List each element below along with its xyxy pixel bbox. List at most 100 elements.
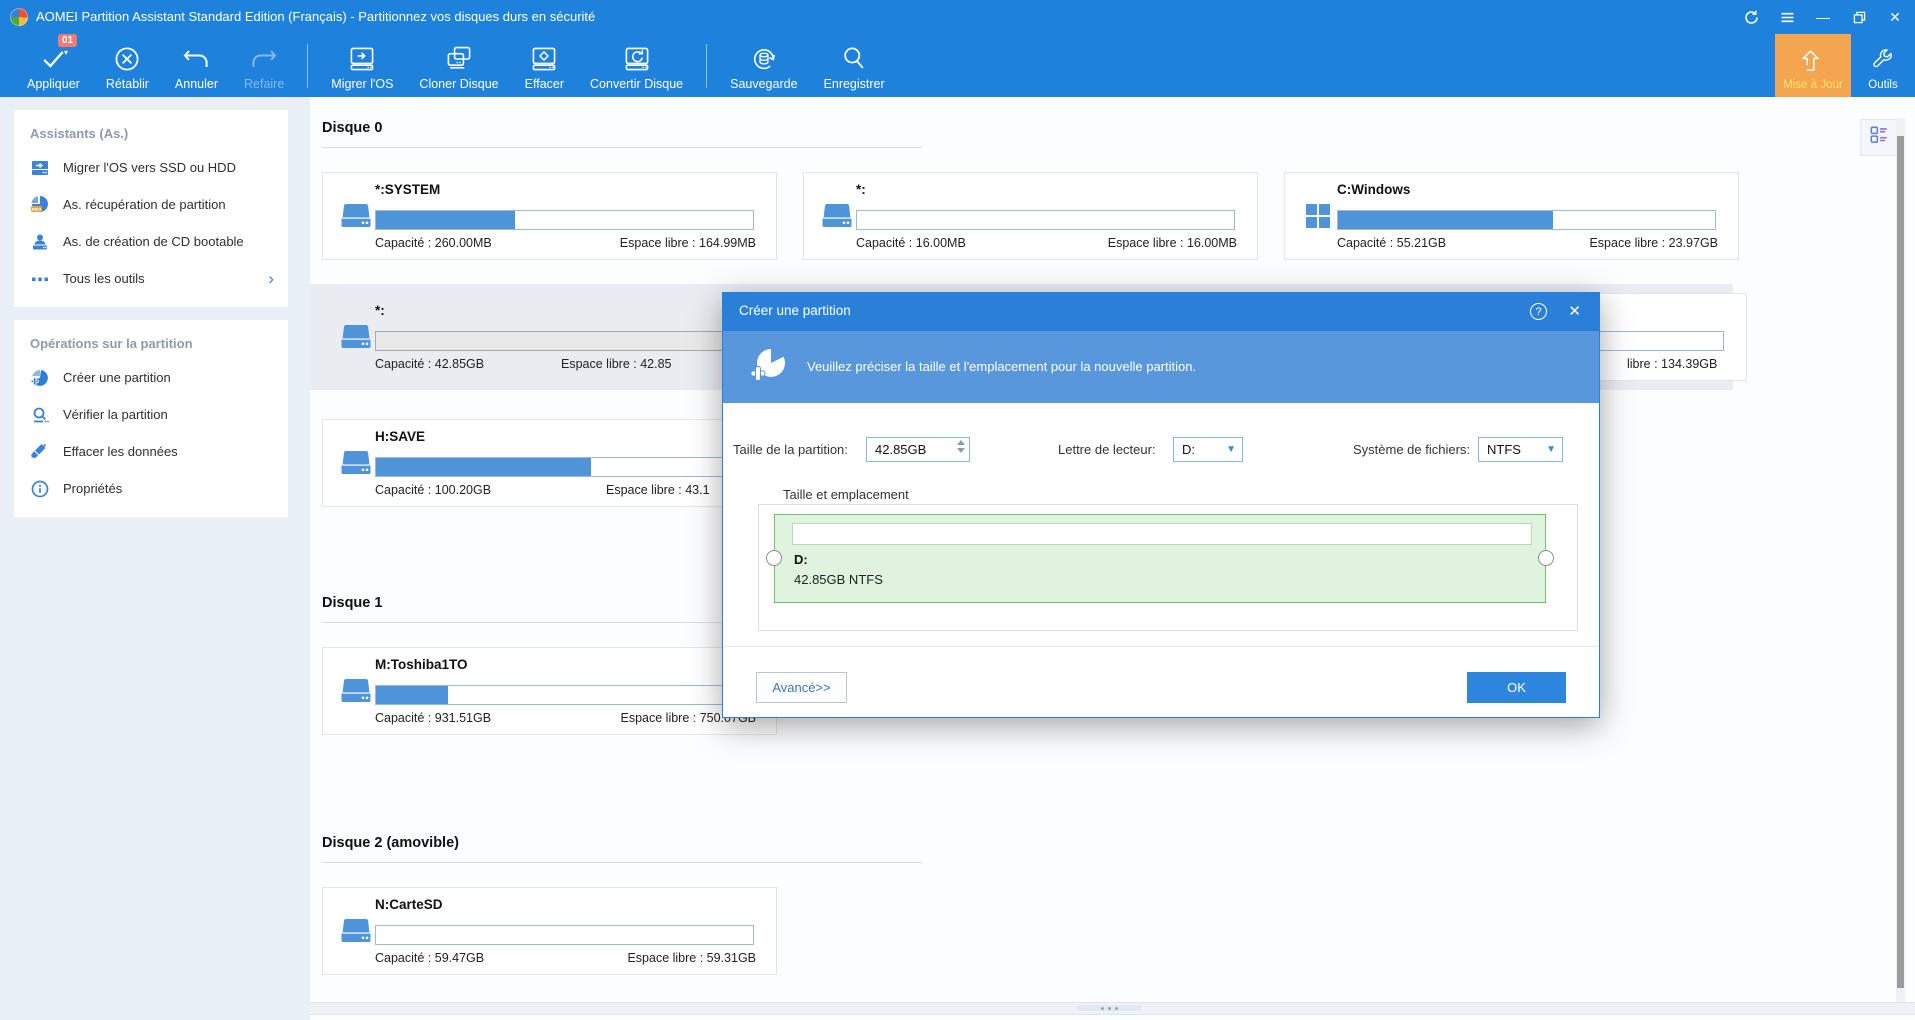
disk-clone-icon [444, 42, 474, 75]
resize-handle-right[interactable] [1538, 550, 1554, 566]
window-title: AOMEI Partition Assistant Standard Editi… [36, 9, 596, 24]
bottom-splitter[interactable] [1076, 1005, 1142, 1011]
update-button[interactable]: Mise à Jour [1775, 34, 1851, 97]
list-view-toggle[interactable] [1860, 119, 1897, 156]
wrench-icon [1869, 47, 1897, 78]
partition-card[interactable]: *: Capacité : 42.85GB Espace libre : 42.85 [322, 293, 777, 381]
backup-button[interactable]: Sauvegarde [717, 34, 810, 97]
partition-card[interactable]: *:SYSTEM Capacité : 260.00MB Espace libre … [322, 172, 777, 260]
tools-button[interactable]: Outils [1851, 34, 1915, 97]
sidebar-item-check-partition[interactable]: Vérifier la partition [14, 396, 288, 433]
toolbar: Appliquer 01 ▾ Rétablir Annuler Refaire Migrer… [0, 34, 1915, 97]
circle-x-icon [112, 42, 142, 75]
close-button[interactable]: ✕ [1877, 0, 1913, 34]
free-space-label: Espace libre : 164.99MB [619, 236, 756, 250]
toolbar-separator [307, 43, 309, 88]
wipe-disk-button[interactable]: Effacer [512, 34, 577, 97]
partition-card[interactable]: H:SAVE Capacité : 100.20GB Espace libre : … [322, 419, 777, 507]
partition-name: M:Toshiba1TO [375, 657, 468, 672]
migrate-os-button[interactable]: Migrer l'OS [318, 34, 406, 97]
pending-operations-badge: 01 [58, 34, 78, 47]
drive-letter-select[interactable]: D: ▼ [1173, 437, 1243, 462]
sidebar-item-label: Propriétés [63, 481, 123, 496]
properties-info-icon [30, 479, 50, 499]
usage-bar-fill [376, 458, 591, 476]
dialog-body: Taille de la partition: 42.85GB Lettre d… [723, 403, 1599, 717]
dialog-banner: Veuillez préciser la taille et l'emplace… [723, 331, 1599, 403]
refresh-icon[interactable] [1733, 0, 1769, 34]
disk-icon [338, 449, 374, 477]
scrollbar-thumb[interactable] [1897, 136, 1904, 988]
sidebar-section-title: Assistants (As.) [30, 126, 129, 141]
sidebar-item-create-partition[interactable]: Créer une partition [14, 359, 288, 396]
partition-size-input[interactable]: 42.85GB [866, 437, 970, 462]
spinner-arrows-icon[interactable] [957, 440, 965, 453]
dialog-title-bar: Créer une partition ? ✕ [723, 293, 1599, 331]
register-button[interactable]: Enregistrer [811, 34, 898, 97]
free-space-label: libre : 134.39GB [1627, 357, 1718, 371]
apply-button[interactable]: Appliquer 01 ▾ [14, 34, 93, 97]
convert-disk-button[interactable]: Convertir Disque [577, 34, 696, 97]
free-space-label: Espace libre : 23.97GB [1589, 236, 1718, 250]
sidebar-item-label: As. de création de CD bootable [63, 234, 244, 249]
apply-button-label: Appliquer [27, 77, 80, 91]
file-system-select[interactable]: NTFS ▼ [1478, 437, 1563, 462]
disk-icon [338, 917, 374, 945]
clone-disk-button-label: Cloner Disque [419, 77, 499, 91]
sidebar-item-label: Vérifier la partition [63, 407, 168, 422]
partition-card[interactable]: N:CarteSD Capacité : 59.47GB Espace libre … [322, 887, 777, 975]
dialog-close-icon[interactable]: ✕ [1568, 302, 1581, 320]
svg-text:PRO: PRO [32, 206, 42, 211]
partition-card[interactable]: *: Capacité : 16.00MB Espace libre : 16.00… [803, 172, 1258, 260]
resize-handle-left[interactable] [766, 550, 782, 566]
size-location-label: Taille et emplacement [783, 487, 909, 502]
toolbar-separator [706, 43, 708, 88]
usage-bar [1337, 210, 1716, 230]
sidebar-item-bootable-cd[interactable]: As. de création de CD bootable [14, 223, 288, 260]
backup-icon [749, 42, 779, 75]
usage-bar [375, 925, 754, 945]
disk-header: Disque 2 (amovible) [322, 835, 459, 851]
undo-button[interactable]: Annuler [162, 34, 231, 97]
chevron-down-icon: ▼ [1546, 444, 1556, 455]
free-space-label: Espace libre : 42.85 [561, 357, 672, 371]
dialog-title: Créer une partition [739, 303, 851, 318]
title-bar: AOMEI Partition Assistant Standard Editi… [0, 0, 1915, 34]
help-icon[interactable]: ? [1530, 303, 1547, 320]
slider-drive-letter: D: [794, 552, 808, 567]
maximize-button[interactable] [1841, 0, 1877, 34]
partition-card[interactable]: C:Windows Capacité : 55.21GB Espace libre … [1284, 172, 1739, 260]
redo-arrow-icon [249, 42, 279, 75]
sidebar-item-migrate-os[interactable]: Migrer l'OS vers SSD ou HDD [14, 149, 288, 186]
vertical-scrollbar[interactable] [1896, 118, 1905, 1002]
usage-bar [375, 331, 754, 351]
dialog-footer: Avancé>> OK [723, 646, 1599, 720]
sidebar-item-all-tools[interactable]: Tous les outils › [14, 260, 288, 297]
create-partition-dialog: Créer une partition ? ✕ Veuillez précise… [722, 292, 1600, 718]
menu-icon[interactable] [1769, 0, 1805, 34]
ok-button[interactable]: OK [1467, 672, 1566, 703]
partition-card[interactable]: M:Toshiba1TO Capacité : 931.51GB Espace li… [322, 647, 777, 735]
sidebar-item-properties[interactable]: Propriétés [14, 470, 288, 507]
sidebar-item-wipe-data[interactable]: Effacer les données [14, 433, 288, 470]
partition-slider[interactable]: D: 42.85GB NTFS [766, 514, 1554, 603]
tools-label: Outils [1868, 79, 1898, 91]
usage-bar [856, 210, 1235, 230]
discard-button-label: Rétablir [105, 77, 149, 91]
bottom-panel-edge [310, 1002, 1915, 1015]
migrate-os-button-label: Migrer l'OS [331, 77, 394, 91]
sidebar-item-partition-recovery[interactable]: PRO As. récupération de partition [14, 186, 288, 223]
sidebar-section: Opérations sur la partition Créer une par… [14, 320, 288, 517]
clone-disk-button[interactable]: Cloner Disque [406, 34, 511, 97]
sidebar-section: Assistants (As.) Migrer l'OS vers SSD ou … [14, 110, 288, 307]
slider-partition-info: 42.85GB NTFS [794, 572, 883, 587]
minimize-button[interactable]: — [1805, 0, 1841, 34]
convert-disk-button-label: Convertir Disque [590, 77, 684, 91]
advanced-button[interactable]: Avancé>> [756, 672, 847, 703]
partition-name: *: [375, 303, 385, 318]
usage-bar [375, 210, 754, 230]
size-location-box: D: 42.85GB NTFS [758, 504, 1578, 631]
file-system-label: Système de fichiers: [1353, 442, 1471, 457]
discard-button[interactable]: Rétablir [93, 34, 162, 97]
update-label: Mise à Jour [1783, 79, 1843, 91]
